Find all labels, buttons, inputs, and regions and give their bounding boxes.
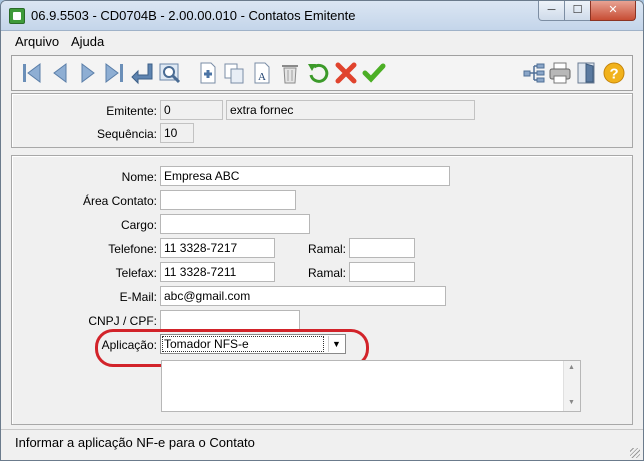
last-icon[interactable] [102,61,126,85]
status-bar: Informar a aplicação NF-e para o Contato [1,429,643,460]
delete-icon[interactable] [278,61,302,85]
copy-icon[interactable] [222,61,246,85]
minimize-button[interactable]: ─ [538,1,565,21]
first-icon[interactable] [20,61,44,85]
telefone-label: Telefone: [108,242,157,256]
maximize-button[interactable]: ☐ [564,1,591,21]
goto-icon[interactable] [130,61,154,85]
emitente-label: Emitente: [106,104,157,118]
menu-arquivo[interactable]: Arquivo [15,34,59,49]
scroll-down-icon[interactable]: ▼ [568,399,575,406]
cargo-input[interactable] [160,214,310,234]
previous-icon[interactable] [48,61,72,85]
sequencia-label: Sequência: [96,127,157,141]
app-window: 06.9.5503 - CD0704B - 2.00.00.010 - Cont… [0,0,644,461]
svg-text:?: ? [610,66,619,83]
ramal-telefax-label: Ramal: [307,266,346,280]
telefax-label: Telefax: [115,266,157,280]
telefax-input[interactable]: 11 3328-7211 [160,262,275,282]
print-icon[interactable] [548,61,572,85]
emitente-code-field: 0 [160,100,223,120]
confirm-icon[interactable] [362,61,386,85]
resize-grip-icon[interactable] [630,448,640,458]
scroll-up-icon[interactable]: ▲ [568,364,575,371]
sequencia-field: 10 [160,123,194,143]
title-bar[interactable]: 06.9.5503 - CD0704B - 2.00.00.010 - Cont… [1,1,643,31]
search-zoom-icon[interactable] [158,61,182,85]
help-icon[interactable]: ? [602,61,626,85]
cancel-icon[interactable] [334,61,358,85]
ramal-label: Ramal: [307,242,346,256]
nome-input[interactable]: Empresa ABC [160,166,450,186]
notes-textarea[interactable]: ▲ ▼ [161,360,581,412]
close-button[interactable]: ✕ [590,1,636,21]
svg-text:A: A [258,71,266,83]
menu-bar: Arquivo Ajuda [1,31,643,51]
next-icon[interactable] [76,61,100,85]
window-title: 06.9.5503 - CD0704B - 2.00.00.010 - Cont… [31,8,356,23]
tree-icon[interactable] [522,61,546,85]
cnpj-cpf-input[interactable] [160,310,300,330]
telefone-input[interactable]: 11 3328-7217 [160,238,275,258]
cnpj-cpf-label: CNPJ / CPF: [88,314,157,328]
notes-scrollbar[interactable]: ▲ ▼ [563,361,580,411]
status-text: Informar a aplicação NF-e para o Contato [15,435,255,450]
ramal-telefax-input[interactable] [349,262,415,282]
area-contato-input[interactable] [160,190,296,210]
undo-icon[interactable] [306,61,330,85]
ramal-input[interactable] [349,238,415,258]
exit-icon[interactable] [574,61,598,85]
add-icon[interactable] [196,61,220,85]
cargo-label: Cargo: [120,218,157,232]
toolbar: A ? [11,55,633,91]
nome-label: Nome: [121,170,157,184]
area-contato-label: Área Contato: [82,194,157,208]
email-label: E-Mail: [119,290,157,304]
email-input[interactable]: abc@gmail.com [160,286,446,306]
emitente-name-field: extra fornec [226,100,475,120]
menu-ajuda[interactable]: Ajuda [71,34,104,49]
edit-icon[interactable]: A [250,61,274,85]
app-icon [9,8,25,24]
